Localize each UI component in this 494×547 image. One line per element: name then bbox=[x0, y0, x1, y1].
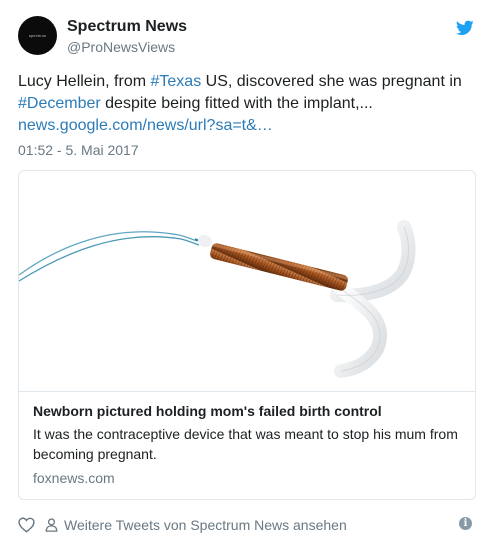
tweet-text: Lucy Hellein, from #Texas US, discovered… bbox=[18, 71, 478, 137]
card-title[interactable]: Newborn pictured holding mom's failed bi… bbox=[33, 402, 463, 420]
avatar[interactable]: spectrum bbox=[18, 16, 57, 55]
embedded-tweet: spectrum Spectrum News @ProNewsViews Luc… bbox=[0, 0, 494, 547]
tweet-text-part: despite being fitted with the implant,..… bbox=[100, 95, 373, 112]
info-icon[interactable]: i bbox=[459, 517, 472, 530]
more-tweets-link[interactable]: Weitere Tweets von Spectrum News ansehen bbox=[64, 517, 347, 533]
author-name[interactable]: Spectrum News bbox=[67, 18, 187, 36]
card-domain: foxnews.com bbox=[33, 470, 115, 486]
tweet-text-part: US, discovered she was pregnant in bbox=[201, 73, 462, 90]
tweet-url-link[interactable]: news.google.com/news/url?sa=t&… bbox=[18, 117, 273, 134]
person-icon bbox=[45, 518, 58, 532]
avatar-logo-text: spectrum bbox=[28, 33, 47, 38]
iud-device-image[interactable] bbox=[19, 171, 475, 391]
tweet-text-part: Lucy Hellein, from bbox=[18, 73, 151, 90]
heart-icon[interactable] bbox=[18, 517, 35, 533]
card-description: It was the contraceptive device that was… bbox=[33, 426, 458, 462]
link-card[interactable]: Newborn pictured holding mom's failed bi… bbox=[18, 170, 476, 500]
author-handle[interactable]: @ProNewsViews bbox=[67, 39, 175, 55]
hashtag-december[interactable]: #December bbox=[18, 95, 101, 112]
hashtag-texas[interactable]: #Texas bbox=[151, 73, 202, 90]
card-body[interactable]: Newborn pictured holding mom's failed bi… bbox=[19, 391, 475, 499]
tweet-footer: Weitere Tweets von Spectrum News ansehen… bbox=[18, 514, 476, 536]
tweet-timestamp[interactable]: 01:52 - 5. Mai 2017 bbox=[18, 142, 139, 158]
twitter-bird-icon[interactable] bbox=[456, 20, 474, 36]
